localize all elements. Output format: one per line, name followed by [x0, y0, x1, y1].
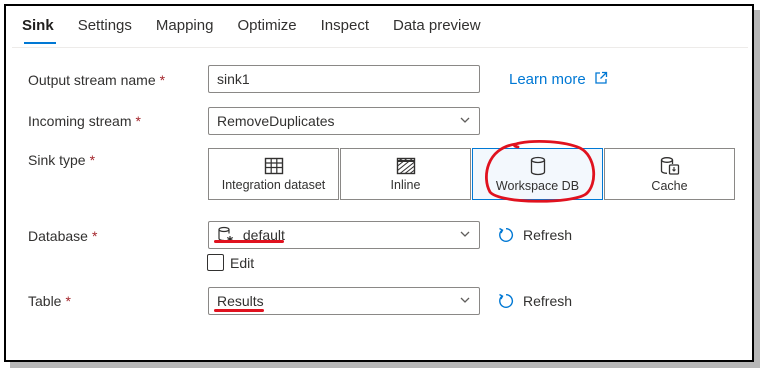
refresh-icon	[499, 293, 514, 308]
annotation-underline-table	[214, 309, 264, 312]
tab-inspect[interactable]: Inspect	[321, 14, 369, 48]
sink-type-cache[interactable]: Cache	[604, 148, 735, 200]
database-label: Database *	[28, 228, 98, 244]
incoming-stream-label: Incoming stream *	[28, 113, 141, 129]
tab-optimize[interactable]: Optimize	[237, 14, 296, 48]
refresh-icon	[499, 227, 514, 242]
output-stream-label: Output stream name *	[28, 72, 166, 88]
learn-more-link[interactable]: Learn more	[509, 71, 608, 88]
hatched-box-icon	[396, 157, 415, 174]
sink-type-integration-dataset[interactable]: Integration dataset	[208, 148, 339, 200]
sink-type-inline[interactable]: Inline	[340, 148, 471, 200]
table-refresh-button[interactable]: Refresh	[497, 292, 572, 310]
tab-bar: Sink Settings Mapping Optimize Inspect D…	[22, 14, 505, 48]
table-label: Table *	[28, 293, 71, 309]
tab-divider	[12, 47, 748, 48]
edit-checkbox-label: Edit	[230, 254, 255, 271]
database-select[interactable]: default	[208, 221, 480, 249]
tab-data-preview[interactable]: Data preview	[393, 14, 481, 48]
cache-database-icon	[660, 156, 679, 175]
chevron-down-icon	[460, 297, 470, 303]
sink-type-selector: Integration dataset Inline Workspace DB …	[208, 148, 736, 200]
external-link-icon	[595, 71, 608, 84]
output-stream-input[interactable]: sink1	[208, 65, 480, 93]
annotation-underline-database	[214, 240, 284, 243]
active-tab-indicator	[24, 42, 56, 44]
edit-checkbox-group[interactable]: Edit	[207, 254, 254, 271]
database-refresh-button[interactable]: Refresh	[497, 226, 572, 244]
annotation-circle	[485, 140, 595, 203]
sink-type-label: Sink type *	[28, 152, 96, 168]
table-grid-icon	[264, 157, 283, 174]
chevron-down-icon	[460, 231, 470, 237]
edit-checkbox[interactable]	[207, 254, 224, 271]
tab-settings[interactable]: Settings	[78, 14, 132, 48]
chevron-down-icon	[460, 117, 470, 123]
tab-mapping[interactable]: Mapping	[156, 14, 214, 48]
incoming-stream-select[interactable]: RemoveDuplicates	[208, 107, 480, 135]
